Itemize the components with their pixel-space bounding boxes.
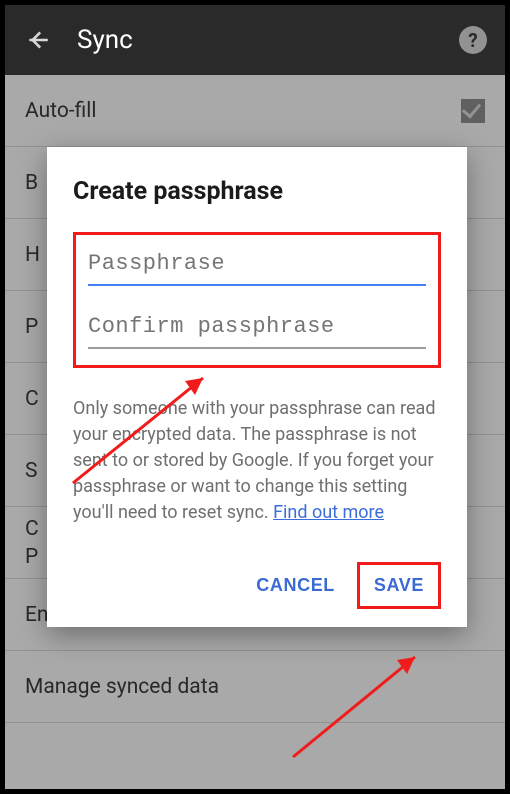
dialog-description: Only someone with your passphrase can re…	[73, 396, 441, 526]
find-out-more-link[interactable]: Find out more	[273, 502, 384, 523]
back-icon[interactable]	[23, 25, 53, 55]
create-passphrase-dialog: Create passphrase Only someone with your…	[47, 147, 467, 627]
annotation-box-save: SAVE	[357, 562, 441, 609]
cancel-button[interactable]: CANCEL	[244, 567, 347, 604]
save-button[interactable]: SAVE	[362, 567, 436, 604]
help-icon[interactable]: ?	[459, 26, 487, 54]
page-title: Sync	[77, 25, 459, 55]
confirm-passphrase-input[interactable]	[88, 308, 426, 349]
dialog-actions: CANCEL SAVE	[73, 562, 441, 609]
dialog-title: Create passphrase	[73, 177, 441, 206]
app-bar: Sync ?	[5, 5, 505, 75]
annotation-box-inputs	[73, 232, 441, 368]
passphrase-input[interactable]	[88, 245, 426, 286]
